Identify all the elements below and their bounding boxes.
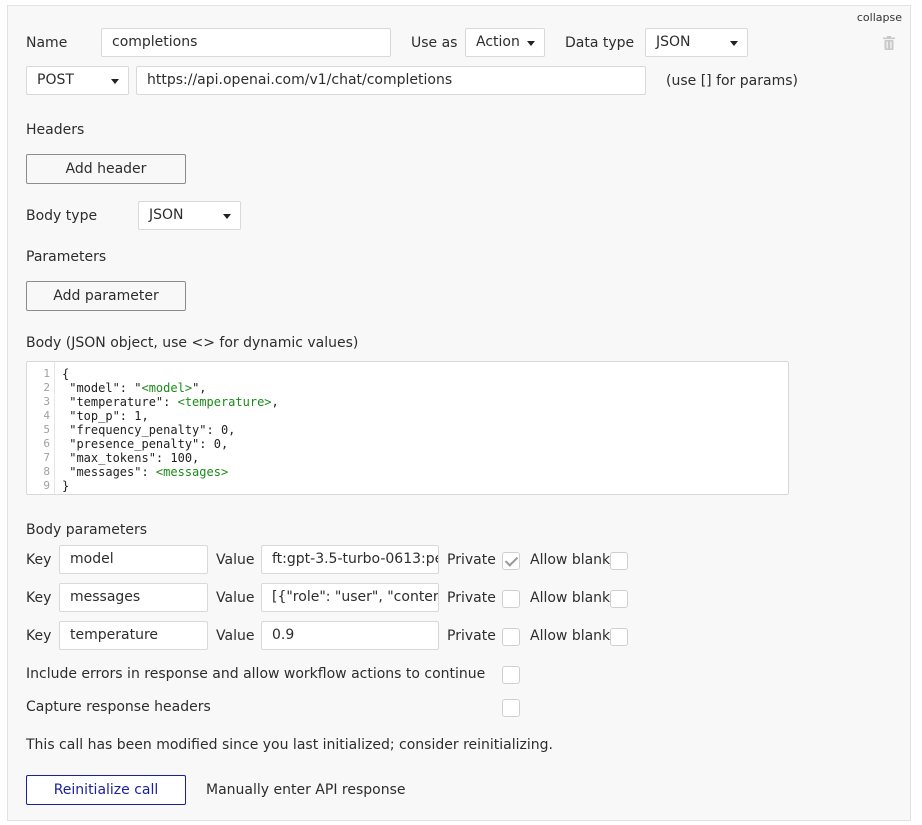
dynamic-value: <messages> bbox=[155, 465, 229, 479]
line-number: 2 bbox=[43, 381, 50, 394]
parameters-label: Parameters bbox=[26, 249, 107, 265]
manual-response-link[interactable]: Manually enter API response bbox=[206, 780, 405, 800]
line-number: 8 bbox=[43, 465, 50, 478]
line-number: 9 bbox=[43, 479, 50, 492]
allow-blank-label: Allow blank bbox=[530, 628, 611, 644]
key-label: Key bbox=[26, 590, 52, 606]
line-number: 1 bbox=[43, 367, 50, 380]
code-line: "model": "<model>", bbox=[62, 381, 207, 395]
collapse-link[interactable]: collapse bbox=[857, 8, 902, 28]
use-as-select[interactable]: Action bbox=[465, 28, 545, 57]
trash-icon[interactable] bbox=[883, 36, 895, 50]
body-parameters-label: Body parameters bbox=[26, 522, 147, 538]
body-code-editor[interactable]: 123456789 { "model": "<model>", "tempera… bbox=[26, 361, 789, 495]
param-key-input[interactable]: temperature bbox=[59, 621, 208, 650]
line-number: 4 bbox=[43, 409, 50, 422]
body-label: Body (JSON object, use <> for dynamic va… bbox=[26, 335, 359, 351]
code-line: } bbox=[62, 479, 70, 493]
line-number: 5 bbox=[43, 423, 50, 436]
body-type-label: Body type bbox=[26, 208, 98, 224]
line-number: 3 bbox=[43, 395, 50, 408]
chevron-down-icon bbox=[223, 214, 231, 219]
private-label: Private bbox=[447, 552, 496, 568]
code-line: "top_p": 1, bbox=[62, 409, 149, 423]
method-value: POST bbox=[37, 72, 74, 88]
key-label: Key bbox=[26, 552, 52, 568]
allow-blank-checkbox[interactable] bbox=[610, 628, 628, 646]
line-number: 7 bbox=[43, 451, 50, 464]
chevron-down-icon bbox=[730, 41, 738, 46]
allow-blank-label: Allow blank bbox=[530, 590, 611, 606]
private-label: Private bbox=[447, 590, 496, 606]
param-value-input[interactable]: 0.9 bbox=[261, 621, 439, 650]
private-checkbox[interactable] bbox=[502, 552, 520, 570]
api-call-panel: collapse Name completions Use as Action … bbox=[7, 5, 911, 821]
param-key-input[interactable]: model bbox=[59, 545, 208, 574]
code-line: { bbox=[62, 367, 70, 381]
data-type-select[interactable]: JSON bbox=[645, 28, 748, 57]
value-label: Value bbox=[216, 590, 255, 606]
use-as-label: Use as bbox=[411, 35, 458, 51]
add-header-button[interactable]: Add header bbox=[26, 154, 186, 184]
param-key-input[interactable]: messages bbox=[59, 583, 208, 612]
reinitialize-call-button[interactable]: Reinitialize call bbox=[26, 775, 186, 805]
chevron-down-icon bbox=[527, 41, 535, 46]
add-parameter-button[interactable]: Add parameter bbox=[26, 281, 186, 311]
value-label: Value bbox=[216, 628, 255, 644]
use-as-value: Action bbox=[476, 34, 520, 50]
data-type-value: JSON bbox=[656, 34, 691, 50]
name-label: Name bbox=[26, 35, 68, 51]
body-type-value: JSON bbox=[149, 207, 184, 223]
dynamic-value: <model> bbox=[141, 381, 193, 395]
code-line: "frequency_penalty": 0, bbox=[62, 423, 236, 437]
include-errors-label: Include errors in response and allow wor… bbox=[26, 666, 486, 682]
method-select[interactable]: POST bbox=[26, 66, 129, 95]
include-errors-checkbox[interactable] bbox=[502, 666, 520, 684]
line-number-gutter: 123456789 bbox=[27, 362, 55, 494]
private-checkbox[interactable] bbox=[502, 628, 520, 646]
param-value-input[interactable]: ft:gpt-3.5-turbo-0613:personal bbox=[261, 545, 439, 574]
data-type-label: Data type bbox=[565, 35, 635, 51]
headers-label: Headers bbox=[26, 122, 85, 138]
code-line: "messages": <messages> bbox=[62, 465, 229, 479]
code-line: "max_tokens": 100, bbox=[62, 451, 200, 465]
param-value-input[interactable]: [{"role": "user", "content": bbox=[261, 583, 439, 612]
dynamic-value: <temperature> bbox=[177, 395, 272, 409]
capture-headers-checkbox[interactable] bbox=[502, 699, 520, 717]
line-number: 6 bbox=[43, 437, 50, 450]
chevron-down-icon bbox=[111, 79, 119, 84]
key-label: Key bbox=[26, 628, 52, 644]
allow-blank-label: Allow blank bbox=[530, 552, 611, 568]
code-line: "temperature": <temperature>, bbox=[62, 395, 279, 409]
private-checkbox[interactable] bbox=[502, 590, 520, 608]
reinitialize-notice: This call has been modified since you la… bbox=[26, 737, 553, 753]
allow-blank-checkbox[interactable] bbox=[610, 590, 628, 608]
value-label: Value bbox=[216, 552, 255, 568]
capture-headers-label: Capture response headers bbox=[26, 699, 211, 715]
allow-blank-checkbox[interactable] bbox=[610, 552, 628, 570]
private-label: Private bbox=[447, 628, 496, 644]
url-hint: (use [] for params) bbox=[666, 73, 798, 89]
url-input[interactable]: https://api.openai.com/v1/chat/completio… bbox=[136, 66, 646, 95]
code-line: "presence_penalty": 0, bbox=[62, 437, 229, 451]
body-type-select[interactable]: JSON bbox=[138, 201, 241, 230]
name-input[interactable]: completions bbox=[101, 28, 391, 57]
